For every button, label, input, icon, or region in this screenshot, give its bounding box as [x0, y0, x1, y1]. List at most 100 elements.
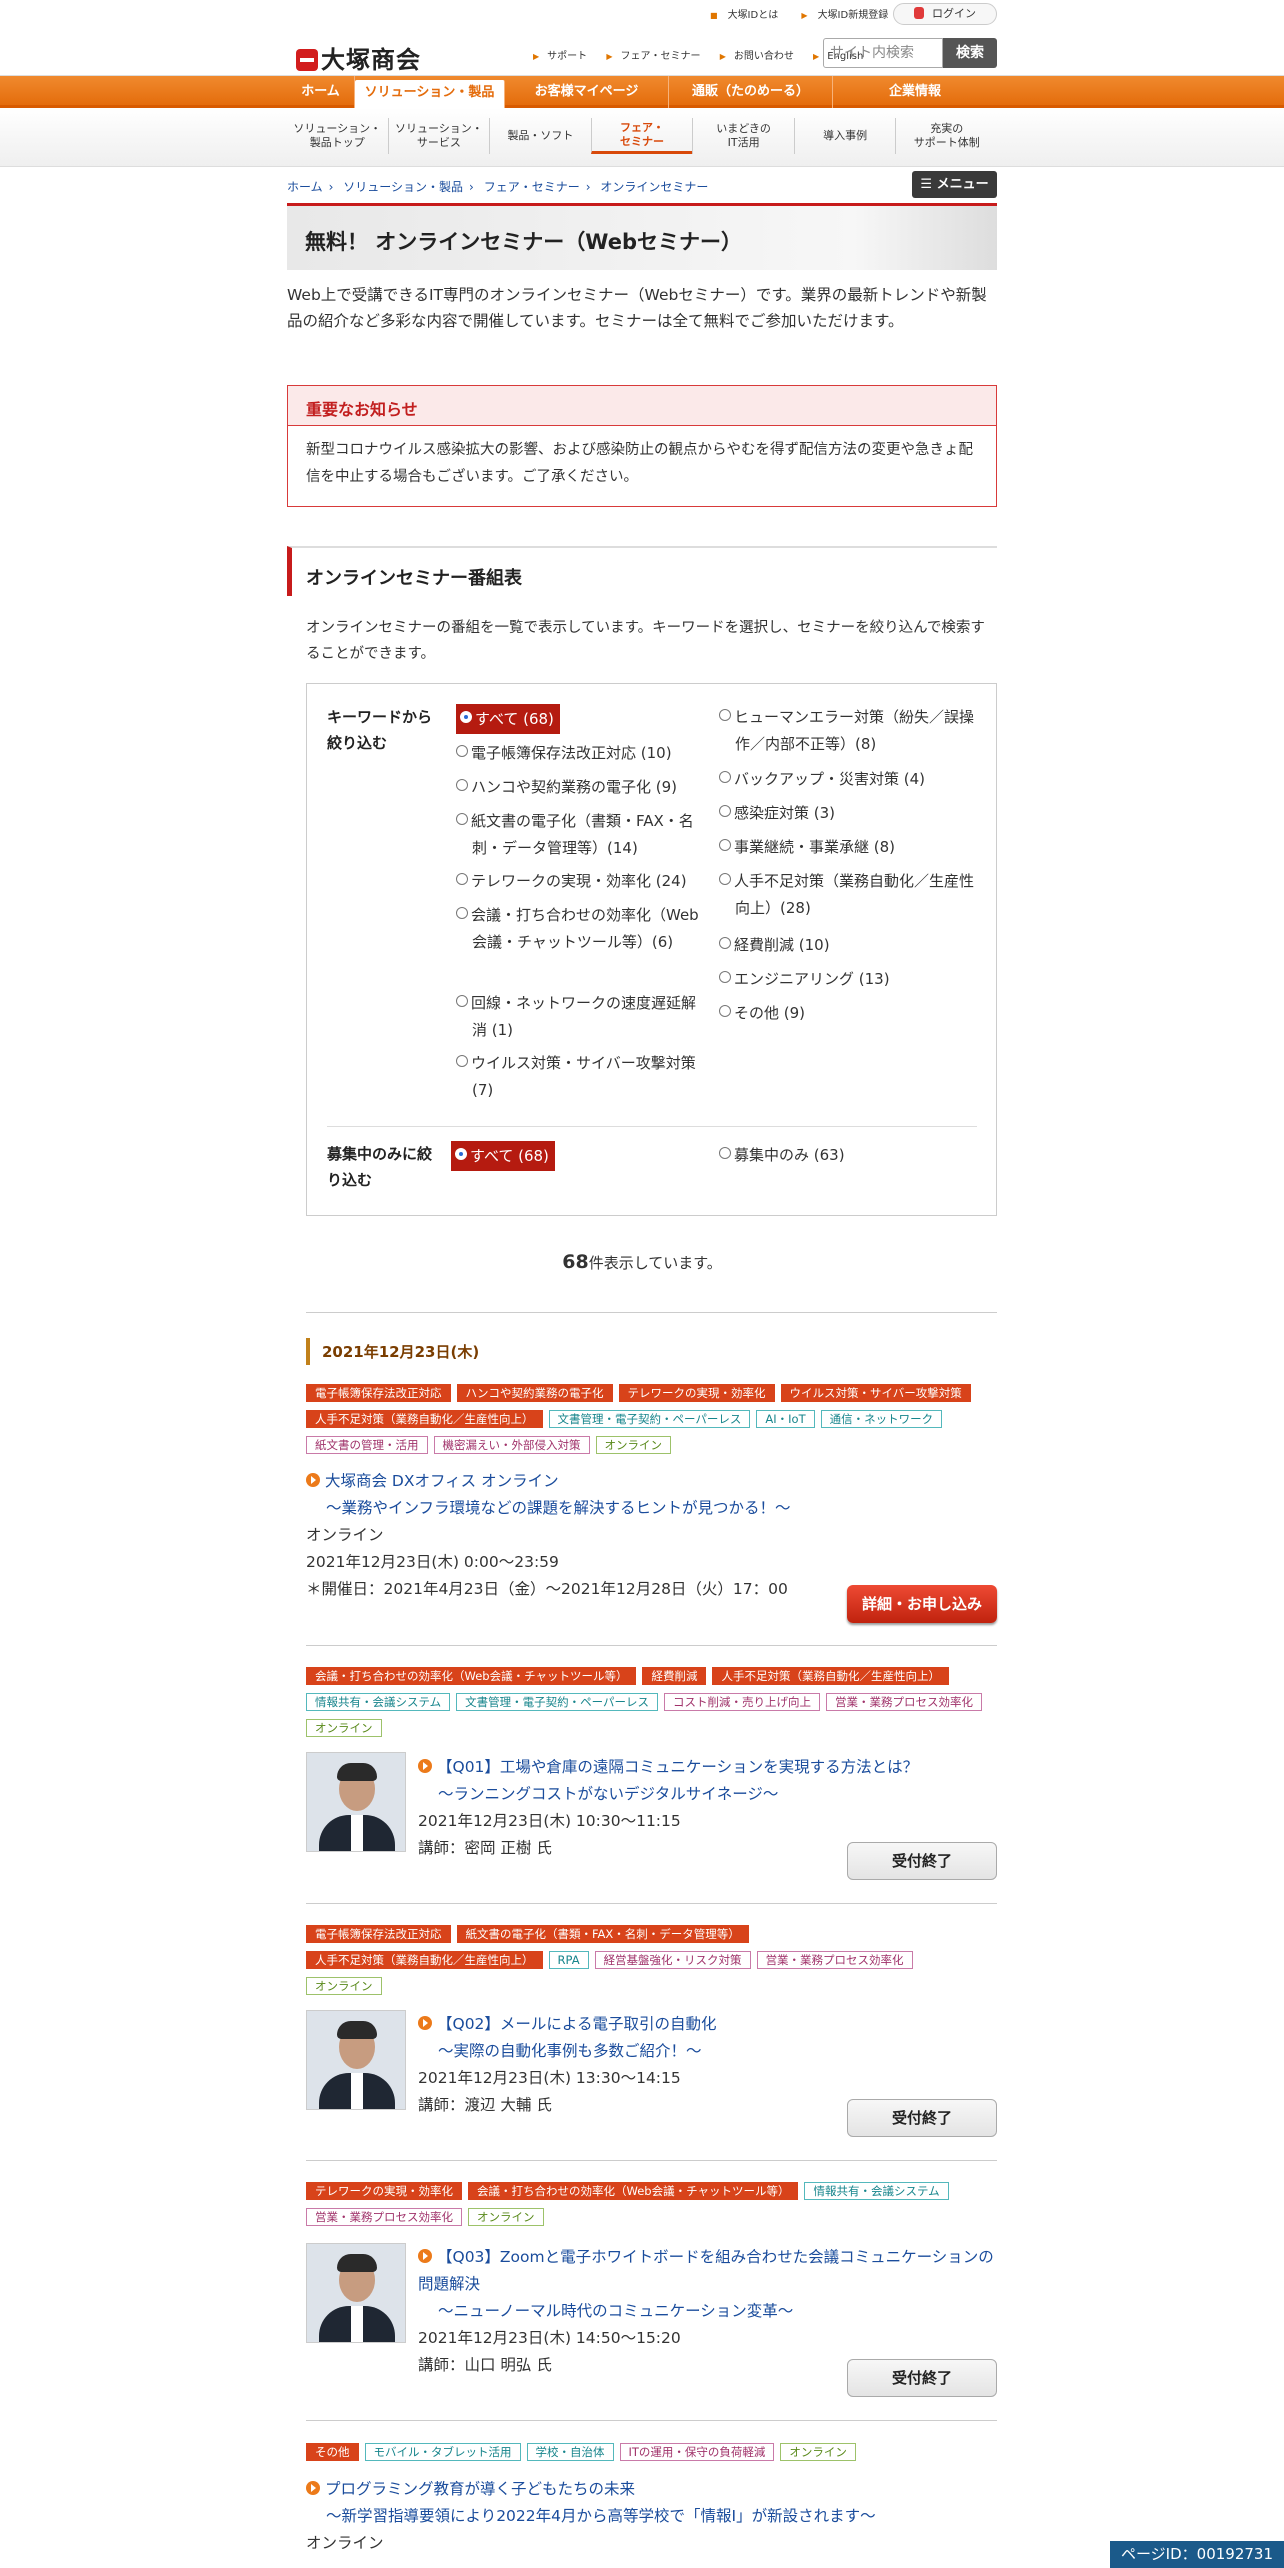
- tag[interactable]: 情報共有・会議システム: [306, 1693, 451, 1711]
- closed-button[interactable]: 受付終了: [847, 1842, 997, 1880]
- tag[interactable]: 人手不足対策（業務自動化／生産性向上）: [306, 1410, 543, 1428]
- search-input[interactable]: サイト内検索: [823, 38, 943, 68]
- tag[interactable]: コスト削減・売り上げ向上: [664, 1693, 821, 1711]
- link-contact[interactable]: ▶ お問い合わせ: [720, 51, 802, 62]
- recruit-only-radio[interactable]: 募集中のみ (63): [719, 1142, 845, 1169]
- event-title-link[interactable]: 【Q02】メールによる電子取引の自動化 ～実際の自動化事例も多数ご紹介！～: [418, 2011, 997, 2065]
- login-button[interactable]: ログイン: [893, 3, 997, 25]
- tag[interactable]: モバイル・タブレット活用: [364, 2443, 521, 2461]
- section-heading: オンラインセミナー番組表: [287, 546, 997, 596]
- tag[interactable]: その他: [306, 2443, 359, 2461]
- tag[interactable]: AI・IoT: [756, 1410, 815, 1428]
- divider: [306, 2160, 997, 2161]
- tag[interactable]: 営業・業務プロセス効率化: [756, 1951, 913, 1969]
- link-fair-seminar[interactable]: ▶ フェア・セミナー: [606, 51, 708, 62]
- tag[interactable]: オンライン: [306, 1977, 382, 1995]
- link-otsuka-id[interactable]: ■ 大塚IDとは: [710, 10, 788, 21]
- apply-button[interactable]: 詳細・お申し込み: [847, 1585, 997, 1623]
- tag[interactable]: 電子帳簿保存法改正対応: [306, 1925, 451, 1943]
- closed-button[interactable]: 受付終了: [847, 2099, 997, 2137]
- subnav-item-2[interactable]: 製品・ソフト: [489, 118, 591, 154]
- link-otsuka-id-register[interactable]: ▶ 大塚ID新規登録: [801, 10, 898, 21]
- tag[interactable]: 経営基盤強化・リスク対策: [594, 1951, 751, 1969]
- subnav-item-4[interactable]: いまどきの IT活用: [692, 118, 794, 154]
- keyword-option-left-5[interactable]: 会議・打ち合わせの効率化（Web会議・チャットツール等）(6): [456, 902, 706, 956]
- keyword-option-left-4[interactable]: テレワークの実現・効率化 (24): [456, 868, 706, 895]
- tag[interactable]: 営業・業務プロセス効率化: [306, 2208, 462, 2226]
- tag[interactable]: 紙文書の管理・活用: [306, 1436, 428, 1454]
- nav-solutions[interactable]: ソリューション・製品: [355, 80, 505, 108]
- divider: [306, 1903, 997, 1904]
- tag[interactable]: オンライン: [780, 2443, 856, 2461]
- tag[interactable]: 人手不足対策（業務自動化／生産性向上）: [306, 1951, 543, 1969]
- event-title-link[interactable]: 【Q01】工場や倉庫の遠隔コミュニケーションを実現する方法とは？ ～ランニングコス…: [418, 1754, 997, 1808]
- tag[interactable]: ハンコや契約業務の電子化: [456, 1384, 613, 1402]
- menu-button[interactable]: ☰ メニュー: [912, 171, 997, 198]
- event-title-link[interactable]: 【Q03】Zoomと電子ホワイトボードを組み合わせた会議コミュニケーションの問題…: [418, 2244, 997, 2325]
- keyword-option-left-3[interactable]: 紙文書の電子化（書類・FAX・名刺・データ管理等）(14): [456, 808, 706, 862]
- keyword-option-left-7[interactable]: ウイルス対策・サイバー攻撃対策 (7): [456, 1050, 706, 1104]
- subnav-item-1[interactable]: ソリューション・ サービス: [387, 118, 490, 154]
- divider: [306, 1645, 997, 1646]
- keyword-option-right-0[interactable]: ヒューマンエラー対策（紛失／誤操作／内部不正等）(8): [719, 704, 975, 758]
- tag[interactable]: オンライン: [595, 1436, 671, 1454]
- tag[interactable]: RPA: [548, 1951, 589, 1969]
- nav-home[interactable]: ホーム: [287, 76, 355, 108]
- tag[interactable]: 学校・自治体: [526, 2443, 614, 2461]
- site-header: 大塚商会 ■ 大塚IDとは ▶ 大塚ID新規登録 ログイン ▶ サポート ▶ フェア・セ…: [0, 0, 1284, 76]
- tag[interactable]: ウイルス対策・サイバー攻撃対策: [780, 1384, 971, 1402]
- event-time: 2021年12月23日(木) 10:30～11:15: [418, 1812, 681, 1830]
- nav-mypage[interactable]: お客様マイページ: [505, 76, 669, 108]
- event-item: プログラミング教育が導く子どもたちの未来 ～新学習指導要領により2022年4月から…: [306, 2476, 997, 2557]
- nav-corporate[interactable]: 企業情報: [833, 76, 997, 108]
- keyword-option-right-3[interactable]: 事業継続・事業承継 (8): [719, 834, 975, 861]
- notice-body: 新型コロナウイルス感染拡大の影響、および感染防止の観点からやむを得ず配信方法の変…: [306, 442, 973, 485]
- tag[interactable]: 会議・打ち合わせの効率化（Web会議・チャットツール等）: [468, 2182, 799, 2200]
- event-title-link[interactable]: プログラミング教育が導く子どもたちの未来 ～新学習指導要領により2022年4月から…: [306, 2476, 997, 2530]
- keyword-option-left-0[interactable]: すべて (68): [456, 704, 560, 734]
- breadcrumb-fair[interactable]: フェア・セミナー: [484, 180, 580, 194]
- tag[interactable]: 紙文書の電子化（書類・FAX・名刺・データ管理等）: [456, 1925, 749, 1943]
- keyword-option-right-1[interactable]: バックアップ・災害対策 (4): [719, 766, 975, 793]
- sub-nav: ソリューション・ 製品トップ ソリューション・ サービス 製品・ソフト フェア・ セミナーい…: [0, 108, 1284, 167]
- keyword-option-right-6[interactable]: エンジニアリング (13): [719, 966, 975, 993]
- nav-tanomail[interactable]: 通販（たのめーる）: [669, 76, 833, 108]
- tag[interactable]: テレワークの実現・効率化: [306, 2182, 462, 2200]
- tag[interactable]: 機密漏えい・外部侵入対策: [433, 1436, 590, 1454]
- tag[interactable]: 経費削減: [642, 1667, 707, 1685]
- tag[interactable]: 通信・ネットワーク: [820, 1410, 943, 1428]
- keyword-option-left-6[interactable]: 回線・ネットワークの速度遅延解消 (1): [456, 990, 706, 1044]
- event-title-link[interactable]: 大塚商会 DXオフィス オンライン ～業務やインフラ環境などの課題を解決するヒント…: [306, 1468, 997, 1522]
- top-links: ■ 大塚IDとは ▶ 大塚ID新規登録: [710, 6, 908, 21]
- tag[interactable]: 営業・業務プロセス効率化: [826, 1693, 983, 1711]
- keyword-option-right-4[interactable]: 人手不足対策（業務自動化／生産性向上）(28): [719, 868, 975, 922]
- tag[interactable]: 文書管理・電子契約・ペーパーレス: [548, 1410, 751, 1428]
- subnav-item-6[interactable]: 充実の サポート体制: [895, 118, 997, 154]
- subnav-item-3[interactable]: フェア・ セミナー: [590, 118, 693, 154]
- link-support[interactable]: ▶ サポート: [533, 51, 595, 62]
- divider: [306, 2420, 997, 2421]
- breadcrumb-home[interactable]: ホーム: [287, 180, 323, 194]
- tag[interactable]: オンライン: [306, 1719, 382, 1737]
- tag[interactable]: オンライン: [468, 2208, 544, 2226]
- site-logo[interactable]: 大塚商会: [296, 40, 421, 75]
- breadcrumb: ホーム › ソリューション・製品 › フェア・セミナー › オンラインセミナー: [287, 180, 709, 194]
- tag[interactable]: 電子帳簿保存法改正対応: [306, 1384, 451, 1402]
- tag[interactable]: 会議・打ち合わせの効率化（Web会議・チャットツール等）: [306, 1667, 637, 1685]
- keyword-option-left-2[interactable]: ハンコや契約業務の電子化 (9): [456, 774, 706, 801]
- closed-button[interactable]: 受付終了: [847, 2359, 997, 2397]
- search-button[interactable]: 検索: [943, 38, 997, 68]
- keyword-option-right-7[interactable]: その他 (9): [719, 1000, 975, 1027]
- tag[interactable]: テレワークの実現・効率化: [618, 1384, 775, 1402]
- breadcrumb-solutions[interactable]: ソリューション・製品: [343, 180, 463, 194]
- recruit-all-radio[interactable]: すべて (68): [451, 1141, 555, 1171]
- tag[interactable]: ITの運用・保守の負荷軽減: [619, 2443, 775, 2461]
- tag[interactable]: 文書管理・電子契約・ペーパーレス: [456, 1693, 659, 1711]
- subnav-item-0[interactable]: ソリューション・ 製品トップ: [287, 118, 388, 154]
- subnav-item-5[interactable]: 導入事例: [793, 118, 896, 154]
- tag[interactable]: 人手不足対策（業務自動化／生産性向上）: [712, 1667, 949, 1685]
- keyword-option-right-5[interactable]: 経費削減 (10): [719, 932, 975, 959]
- keyword-option-right-2[interactable]: 感染症対策 (3): [719, 800, 975, 827]
- tag[interactable]: 情報共有・会議システム: [804, 2182, 949, 2200]
- keyword-option-left-1[interactable]: 電子帳簿保存法改正対応 (10): [456, 740, 706, 767]
